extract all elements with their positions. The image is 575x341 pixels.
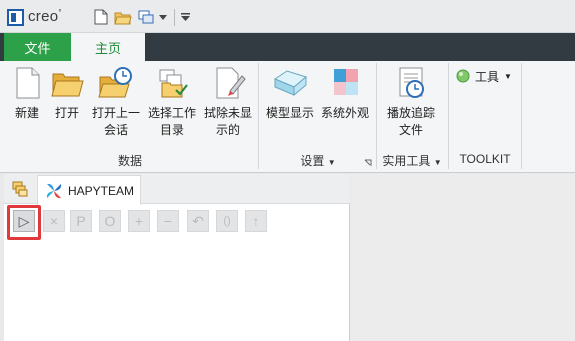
brackets-tool-button[interactable]: () — [216, 210, 238, 232]
p-tool-button[interactable]: P — [70, 210, 92, 232]
erase-not-displayed-button[interactable]: 拭除未显 示的 — [200, 65, 256, 139]
group-divider — [448, 63, 449, 169]
graphics-area[interactable] — [351, 174, 575, 341]
new-document-icon — [9, 65, 45, 101]
highlight-box — [7, 205, 41, 240]
system-appearance-button[interactable]: 系统外观 — [318, 65, 372, 122]
system-appearance-label: 系统外观 — [320, 106, 369, 120]
utilities-dropdown-icon: ▼ — [433, 158, 442, 167]
open-folder-icon[interactable] — [114, 8, 132, 26]
brand-mark: ° — [58, 8, 62, 17]
ribbon-tab-bar: 文件 主页 — [0, 33, 575, 61]
customize-toolbar-icon[interactable] — [178, 8, 192, 26]
open-last-label-1: 打开上一 — [91, 106, 140, 120]
app-brand: creo° — [28, 8, 62, 25]
window-dropdown-icon[interactable] — [157, 8, 169, 26]
open-last-session-button[interactable]: 打开上一 会话 — [88, 65, 144, 139]
erase-icon — [210, 65, 246, 101]
p-icon: P — [76, 213, 86, 229]
tab-file[interactable]: 文件 — [4, 33, 71, 61]
brackets-icon: () — [223, 215, 231, 227]
group-label-toolkit: TOOLKIT — [459, 152, 511, 166]
open-button[interactable]: 打开 — [48, 65, 86, 122]
play-trail-label-1: 播放追踪 — [386, 106, 435, 120]
group-label-settings: 设置 — [300, 154, 325, 168]
quick-access-divider — [174, 9, 175, 26]
system-appearance-icon — [327, 65, 363, 101]
close-icon: × — [49, 213, 59, 229]
brand-text: creo — [28, 8, 59, 25]
play-trail-file-button[interactable]: 播放追踪 文件 — [383, 65, 439, 139]
hapyteam-logo-icon — [46, 183, 62, 198]
o-icon: O — [104, 213, 116, 229]
title-bar: creo° — [0, 0, 575, 33]
layers-icon[interactable] — [11, 180, 29, 198]
working-directory-icon — [154, 65, 190, 101]
undo-tool-button[interactable]: ↶ — [187, 210, 209, 232]
plus-icon: + — [134, 213, 144, 229]
open-folder-large-icon — [49, 65, 85, 101]
open-label: 打开 — [54, 106, 79, 120]
group-divider — [521, 63, 522, 169]
group-divider — [376, 63, 377, 169]
dialog-launcher-icon[interactable] — [364, 156, 372, 166]
minus-icon: − — [163, 213, 173, 229]
ribbon-panel: 新建 打开 打开上一 会话 选择工作 目录 拭除未显 示的 数据 模型显示 系统… — [0, 61, 575, 173]
delete-tool-button[interactable]: × — [43, 210, 65, 232]
new-label: 新建 — [14, 106, 39, 120]
model-display-label: 模型显示 — [265, 106, 314, 120]
group-label-data: 数据 — [117, 154, 142, 168]
open-last-label-2: 会话 — [103, 123, 128, 137]
window-switch-icon[interactable] — [137, 8, 155, 26]
play-trail-icon — [393, 65, 429, 101]
last-session-icon — [98, 65, 134, 101]
select-workdir-label-2: 目录 — [159, 123, 184, 137]
group-settings[interactable]: 设置 ▼ — [262, 152, 374, 169]
group-utilities[interactable]: 实用工具 ▼ — [378, 152, 446, 169]
tools-menu-button[interactable]: 工具 ▼ — [456, 67, 512, 85]
navigator-tab-hapyteam[interactable]: HAPYTEAM — [37, 175, 141, 205]
select-workdir-label-1: 选择工作 — [147, 106, 196, 120]
group-divider — [258, 63, 259, 169]
creo-logo-icon — [7, 9, 24, 26]
tab-home[interactable]: 主页 — [71, 33, 145, 61]
tools-dropdown-icon: ▼ — [504, 71, 512, 81]
tools-gem-icon — [456, 69, 470, 83]
group-label-utilities: 实用工具 — [382, 154, 431, 168]
up-tool-button[interactable]: ↑ — [245, 210, 267, 232]
undo-icon: ↶ — [192, 212, 204, 229]
new-button[interactable]: 新建 — [8, 65, 46, 122]
new-file-icon[interactable] — [92, 8, 110, 26]
tools-label: 工具 — [475, 69, 500, 84]
model-display-icon — [272, 65, 308, 101]
erase-label-1: 拭除未显 — [203, 106, 252, 120]
remove-tool-button[interactable]: − — [157, 210, 179, 232]
model-display-button[interactable]: 模型显示 — [264, 65, 316, 122]
select-working-directory-button[interactable]: 选择工作 目录 — [145, 65, 199, 139]
settings-dropdown-icon: ▼ — [327, 158, 336, 167]
erase-label-2: 示的 — [215, 123, 240, 137]
navigator-tab-label: HAPYTEAM — [68, 183, 135, 198]
add-tool-button[interactable]: + — [128, 210, 150, 232]
o-tool-button[interactable]: O — [99, 210, 121, 232]
arrow-up-icon: ↑ — [252, 213, 260, 229]
play-trail-label-2: 文件 — [398, 123, 423, 137]
